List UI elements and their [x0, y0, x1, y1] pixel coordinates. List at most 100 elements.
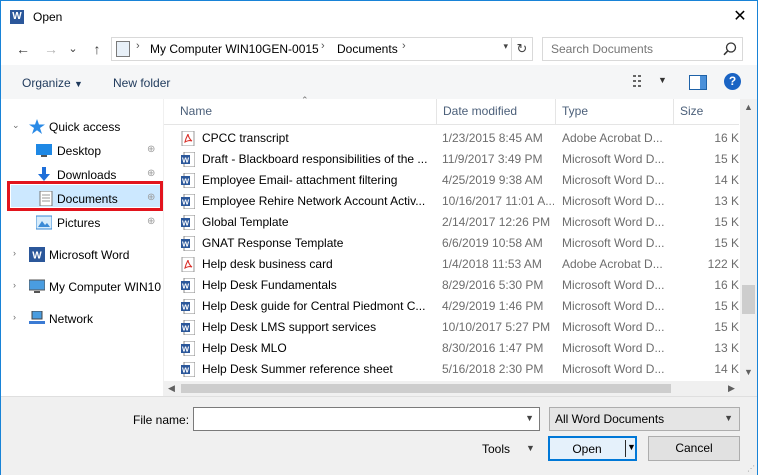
tools-button[interactable]: Tools ▼ — [482, 442, 535, 456]
pin-icon[interactable]: ⊕ — [147, 144, 155, 155]
file-type-filter[interactable]: All Word Documents ▼ — [549, 407, 740, 431]
network-icon — [29, 311, 45, 324]
breadcrumb-computer[interactable]: My Computer WIN10GEN-0015 — [150, 42, 319, 56]
file-type: Microsoft Word D... — [562, 299, 665, 313]
file-row[interactable]: W GNAT Response Template 6/6/2019 10:58 AM… — [164, 233, 739, 254]
file-row[interactable]: W Global Template 2/14/2017 12:26 PM Micros… — [164, 212, 739, 233]
cancel-button[interactable]: Cancel — [648, 436, 740, 461]
column-header-date-modified[interactable]: Date modified — [437, 99, 556, 124]
tree-item-label: Microsoft Word — [49, 248, 130, 262]
file-name-input[interactable] — [198, 411, 518, 427]
close-button[interactable]: ✕ — [723, 1, 757, 33]
vertical-scrollbar[interactable]: ▲ ▼ — [740, 99, 757, 381]
refresh-button[interactable]: ↻ — [511, 38, 532, 60]
column-header-size[interactable]: Size — [674, 99, 739, 124]
scroll-right-arrow-icon[interactable]: ▶ — [724, 381, 739, 396]
window-title: Open — [33, 10, 63, 24]
recent-locations-button[interactable]: ⌄ — [63, 39, 83, 59]
chevron-right-icon[interactable]: › — [13, 248, 16, 258]
navigation-bar: ← → ⌄ ↑ › My Computer WIN10GEN-0015 › Do… — [1, 33, 757, 65]
file-list: ⌃ Name Date modified Type Size CPCC tran… — [164, 95, 757, 396]
breadcrumb-separator[interactable]: › — [136, 40, 140, 52]
file-row[interactable]: W Help Desk MLO 8/30/2016 1:47 PM Microsoft… — [164, 338, 739, 359]
resize-grip-icon[interactable]: ⋰ — [747, 464, 755, 473]
forward-button[interactable]: → — [41, 39, 61, 59]
file-size: 15 K — [714, 152, 739, 166]
tree-item-downloads[interactable]: Downloads ⊕ — [1, 165, 161, 185]
organize-button[interactable]: Organize ▼ — [22, 76, 83, 90]
file-name: GNAT Response Template — [202, 236, 344, 250]
chevron-down-icon[interactable]: ▼ — [525, 413, 534, 423]
search-box[interactable] — [542, 37, 743, 61]
new-folder-button[interactable]: New folder — [113, 76, 170, 90]
breadcrumb-documents[interactable]: Documents — [337, 42, 398, 56]
pin-icon[interactable]: ⊕ — [147, 192, 155, 203]
chevron-right-icon[interactable]: › — [13, 312, 16, 322]
file-row[interactable]: W Help Desk Summer reference sheet 5/16/20… — [164, 359, 739, 380]
column-header-type[interactable]: Type — [556, 99, 674, 124]
scroll-down-arrow-icon[interactable]: ▼ — [740, 364, 757, 381]
scroll-corner — [740, 381, 757, 396]
preview-pane-icon[interactable] — [689, 75, 707, 90]
svg-text:W: W — [182, 156, 190, 165]
scroll-left-arrow-icon[interactable]: ◀ — [164, 381, 179, 396]
file-date-modified: 6/6/2019 10:58 AM — [442, 236, 543, 250]
file-name: Help Desk guide for Central Piedmont C..… — [202, 299, 426, 313]
chevron-down-icon[interactable]: ▼ — [724, 413, 733, 423]
file-row[interactable]: W Help Desk LMS support services 10/10/201… — [164, 317, 739, 338]
column-header-name[interactable]: Name — [174, 99, 437, 124]
scroll-up-arrow-icon[interactable]: ▲ — [740, 99, 757, 116]
search-icon[interactable] — [722, 41, 738, 57]
tree-item-quick-access[interactable]: ⌄ Quick access — [1, 117, 161, 137]
view-menu-chevron-icon[interactable]: ▼ — [658, 75, 667, 85]
file-row[interactable]: W Help Desk Fundamentals 8/29/2016 5:30 PM… — [164, 275, 739, 296]
tree-item-microsoft-word[interactable]: › W Microsoft Word — [1, 245, 161, 265]
tree-item-desktop[interactable]: Desktop ⊕ — [1, 141, 161, 161]
open-options-chevron-icon[interactable]: ▼ — [627, 442, 636, 452]
file-date-modified: 10/10/2017 5:27 PM — [442, 320, 551, 334]
tree-item-documents[interactable]: Documents ⊕ — [1, 189, 161, 209]
open-label[interactable]: Open — [550, 442, 624, 456]
horizontal-scroll-thumb[interactable] — [181, 384, 671, 393]
up-button[interactable]: ↑ — [87, 39, 107, 59]
file-date-modified: 1/23/2015 8:45 AM — [442, 131, 543, 145]
tree-item-pictures[interactable]: Pictures ⊕ — [1, 213, 161, 233]
breadcrumb-separator[interactable]: › — [321, 40, 325, 52]
chevron-down-icon[interactable]: ⌄ — [12, 120, 20, 131]
tree-item-my-computer[interactable]: › My Computer WIN10 — [1, 277, 161, 297]
help-icon[interactable]: ? — [724, 73, 741, 90]
pin-icon[interactable]: ⊕ — [147, 168, 155, 179]
chevron-down-icon: ▼ — [74, 79, 83, 89]
word-file-icon: W — [181, 320, 195, 335]
scroll-thumb[interactable] — [742, 285, 755, 314]
open-button[interactable]: Open ▼ — [548, 436, 637, 461]
breadcrumb-separator[interactable]: › — [402, 40, 406, 52]
search-input[interactable] — [551, 41, 711, 57]
file-type: Microsoft Word D... — [562, 341, 665, 355]
file-size: 14 K — [714, 362, 739, 376]
tree-item-label: Pictures — [57, 216, 101, 230]
address-bar[interactable]: › My Computer WIN10GEN-0015 › Documents … — [111, 37, 533, 61]
file-row[interactable]: CPCC transcript 1/23/2015 8:45 AM Adobe Ac… — [164, 128, 739, 149]
pin-icon[interactable]: ⊕ — [147, 216, 155, 227]
svg-text:W: W — [182, 324, 190, 333]
word-file-icon: W — [181, 278, 195, 293]
back-button[interactable]: ← — [13, 39, 33, 59]
file-row[interactable]: W Employee Rehire Network Account Activ..… — [164, 191, 739, 212]
chevron-down-icon[interactable]: ▾ — [503, 41, 508, 52]
word-app-icon: W — [10, 10, 24, 24]
file-row[interactable]: Help desk business card 1/4/2018 11:53 AM… — [164, 254, 739, 275]
tree-item-network[interactable]: › Network — [1, 309, 161, 329]
view-options-icon[interactable] — [633, 75, 647, 87]
pdf-file-icon — [181, 131, 195, 146]
file-name: Draft - Blackboard responsibilities of t… — [202, 152, 428, 166]
file-name: Help Desk MLO — [202, 341, 287, 355]
file-row[interactable]: W Employee Email- attachment filtering 4/2… — [164, 170, 739, 191]
file-date-modified: 4/25/2019 9:38 AM — [442, 173, 543, 187]
file-row[interactable]: W Draft - Blackboard responsibilities of … — [164, 149, 739, 170]
file-name: Help Desk LMS support services — [202, 320, 377, 334]
file-name-combobox[interactable]: ▼ — [193, 407, 540, 431]
horizontal-scrollbar[interactable]: ◀ ▶ — [164, 381, 740, 396]
chevron-right-icon[interactable]: › — [13, 280, 16, 290]
file-row[interactable]: W Help Desk guide for Central Piedmont C.… — [164, 296, 739, 317]
